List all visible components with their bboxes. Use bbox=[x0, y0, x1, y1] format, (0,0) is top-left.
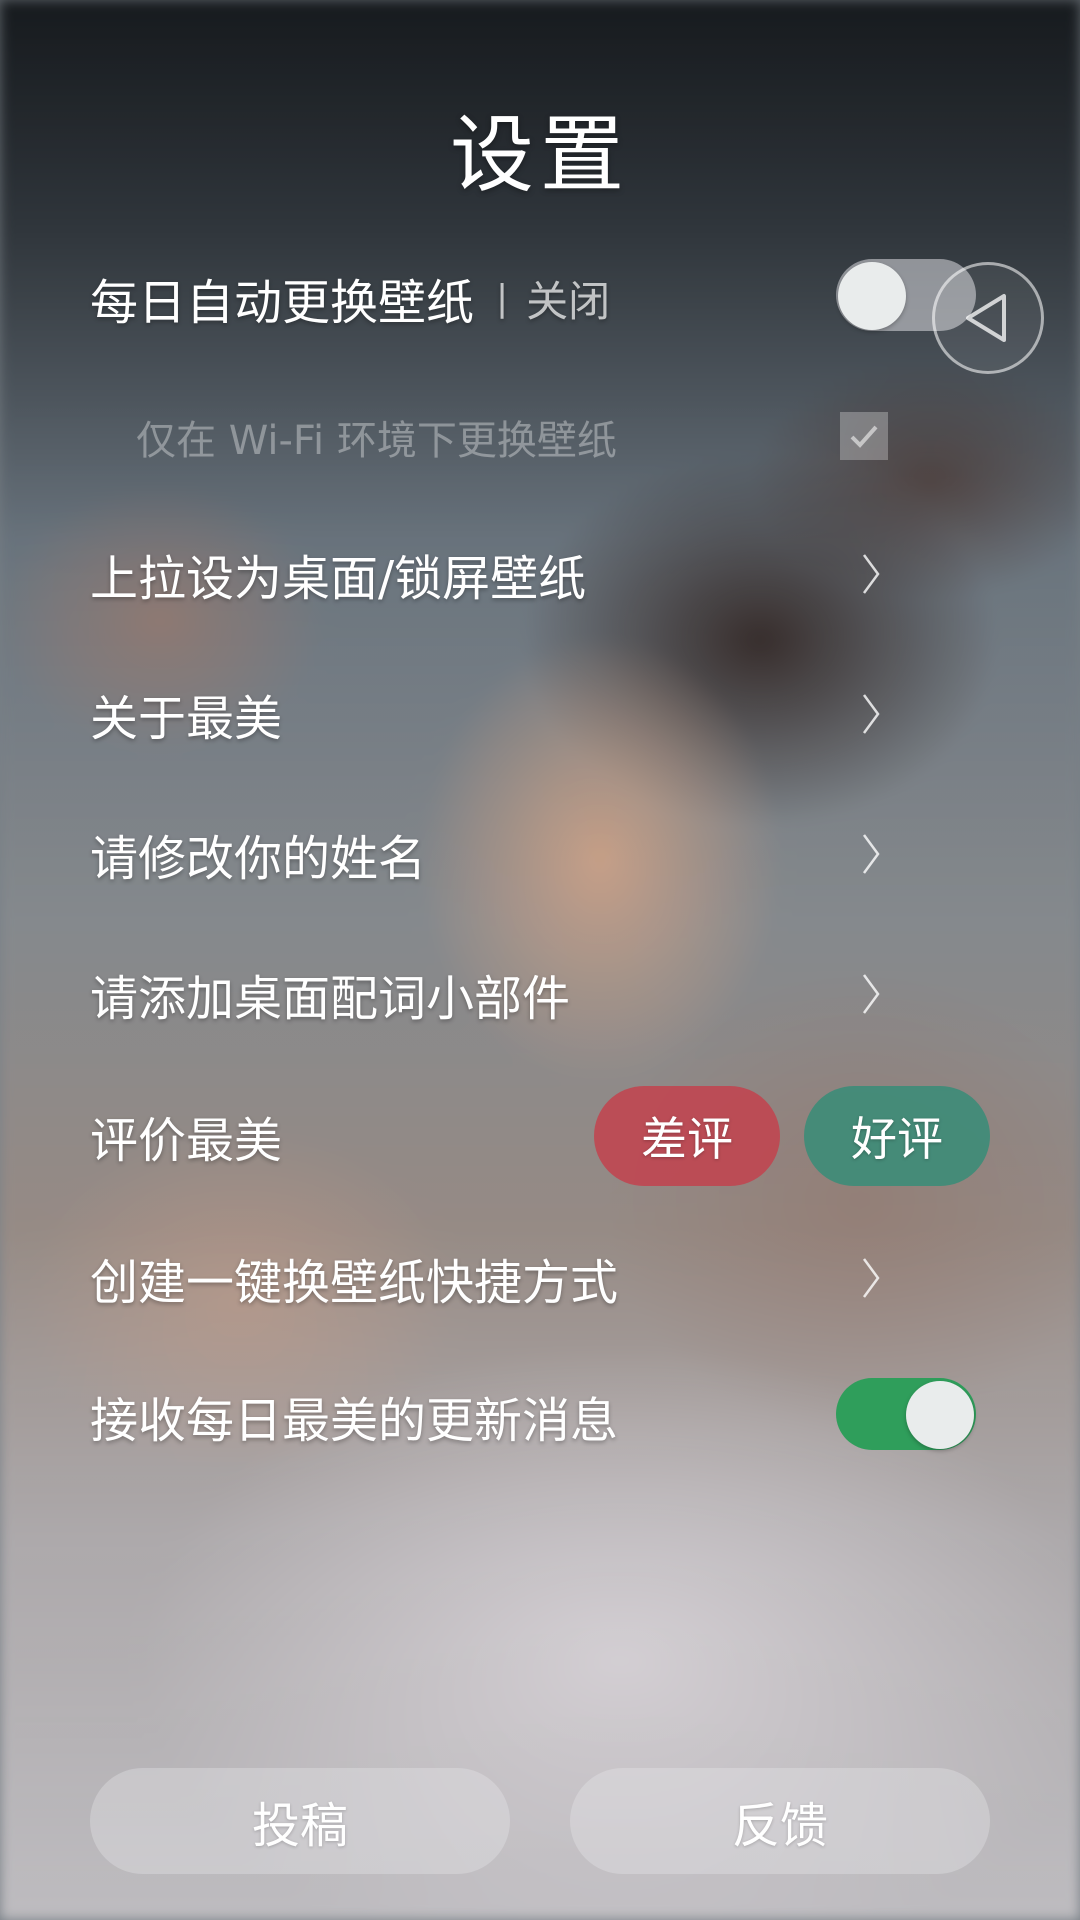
auto-change-label: 每日自动更换壁纸 bbox=[90, 275, 475, 331]
good-review-button[interactable]: 好评 bbox=[804, 1086, 990, 1186]
bad-review-button[interactable]: 差评 bbox=[594, 1086, 780, 1186]
about-row[interactable]: 关于最美 bbox=[90, 674, 990, 754]
swipe-set-row[interactable]: 上拉设为桌面/锁屏壁纸 bbox=[90, 534, 990, 614]
auto-change-state: 关闭 bbox=[526, 276, 611, 326]
rename-row[interactable]: 请修改你的姓名 bbox=[90, 814, 990, 894]
chevron-right-icon bbox=[862, 834, 880, 874]
chevron-right-icon bbox=[862, 554, 880, 594]
swipe-set-label: 上拉设为桌面/锁屏壁纸 bbox=[90, 551, 587, 607]
page-title: 设置 bbox=[449, 106, 630, 204]
toggle-knob bbox=[906, 1381, 974, 1449]
back-button[interactable] bbox=[932, 262, 1044, 374]
back-triangle-icon bbox=[966, 294, 1006, 342]
toggle-knob bbox=[838, 262, 906, 330]
widget-label: 请添加桌面配词小部件 bbox=[90, 971, 571, 1027]
notifications-toggle[interactable] bbox=[836, 1378, 976, 1450]
rename-label: 请修改你的姓名 bbox=[90, 831, 427, 887]
wifi-only-checkbox[interactable] bbox=[840, 412, 888, 460]
about-label: 关于最美 bbox=[90, 691, 283, 747]
wifi-only-label: 仅在 Wi-Fi 环境下更换壁纸 bbox=[136, 418, 617, 464]
widget-row[interactable]: 请添加桌面配词小部件 bbox=[90, 954, 990, 1034]
submit-button[interactable]: 投稿 bbox=[90, 1768, 510, 1874]
rate-label: 评价最美 bbox=[90, 1113, 283, 1169]
shortcut-label: 创建一键换壁纸快捷方式 bbox=[90, 1255, 619, 1311]
separator: | bbox=[496, 277, 509, 319]
feedback-button[interactable]: 反馈 bbox=[570, 1768, 990, 1874]
notifications-label: 接收每日最美的更新消息 bbox=[90, 1393, 619, 1449]
settings-screen: 设置 每日自动更换壁纸 | 关闭 仅在 Wi-Fi 环境下更换壁纸 上拉设为桌面… bbox=[0, 0, 1080, 1920]
shortcut-row[interactable]: 创建一键换壁纸快捷方式 bbox=[90, 1238, 990, 1318]
check-icon bbox=[850, 425, 878, 448]
chevron-right-icon bbox=[862, 694, 880, 734]
chevron-right-icon bbox=[862, 1258, 880, 1298]
chevron-right-icon bbox=[862, 974, 880, 1014]
